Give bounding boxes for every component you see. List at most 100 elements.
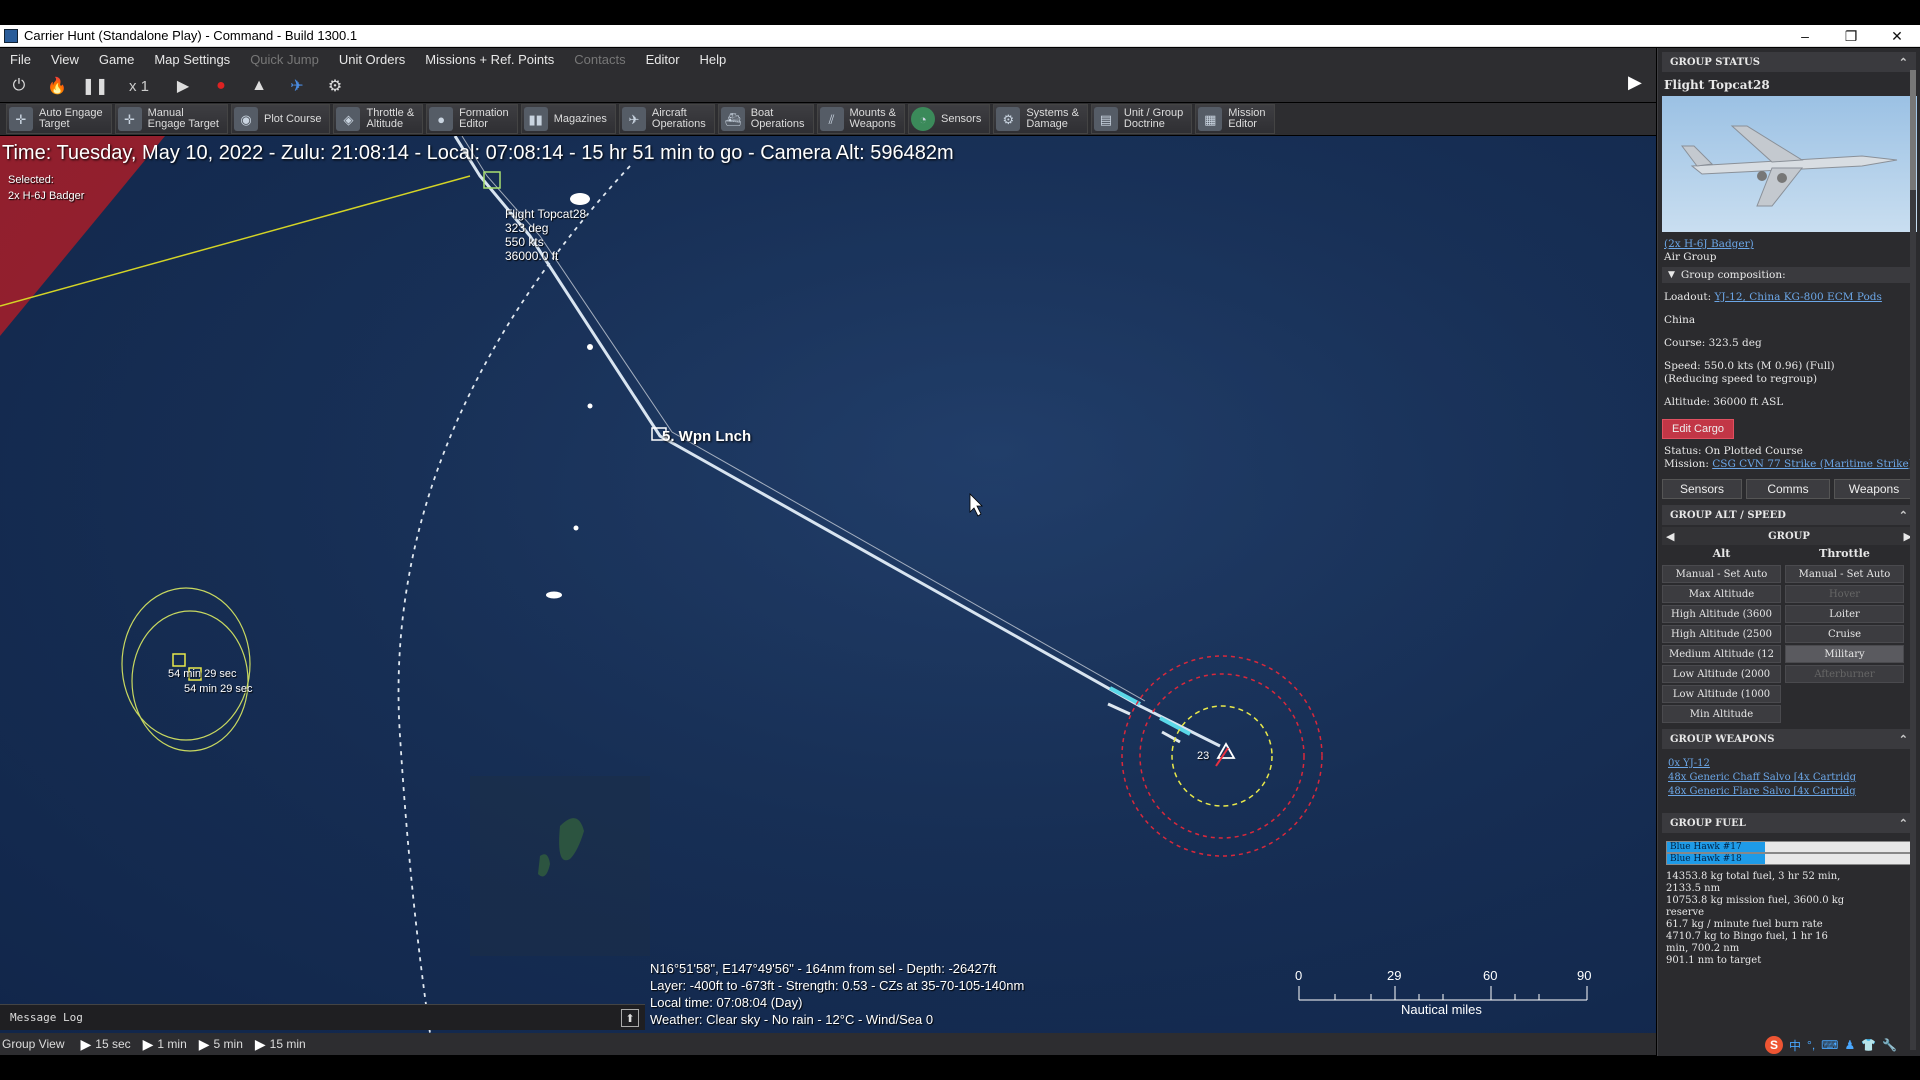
manual-engage-icon: ✛ (117, 107, 142, 131)
ime-icon[interactable]: S (1765, 1036, 1783, 1054)
mission-editor-button[interactable]: ▦ Mission Editor (1195, 104, 1275, 134)
alt-high-36000-button[interactable]: High Altitude (3600 (1662, 605, 1781, 623)
doctrine-button[interactable]: ▤ Unit / Group Doctrine (1090, 104, 1193, 134)
menu-editor[interactable]: Editor (636, 52, 690, 67)
user-icon[interactable]: ♟ (1844, 1038, 1855, 1052)
group-type-link[interactable]: (2x H-6J Badger) (1664, 238, 1754, 250)
mission-link[interactable]: CSG CVN 77 Strike (Maritime Strike) (1712, 458, 1913, 470)
alt-max-button[interactable]: Max Altitude (1662, 585, 1781, 603)
group-composition-toggle[interactable]: ▼ Group composition: (1662, 267, 1916, 283)
collapse-icon[interactable]: ⌃ (1899, 509, 1908, 522)
alt-min-button[interactable]: Min Altitude (1662, 705, 1781, 723)
fuel-line: 4710.7 kg to Bingo fuel, 1 hr 16 (1666, 931, 1828, 942)
minimize-button[interactable]: – (1782, 25, 1828, 47)
step-15-sec[interactable]: 15 sec (95, 1037, 130, 1051)
step-15-min[interactable]: 15 min (270, 1037, 306, 1051)
close-button[interactable]: ✕ (1874, 25, 1920, 47)
alt-low-2000-button[interactable]: Low Altitude (2000 (1662, 665, 1781, 683)
play-icon[interactable]: ▶ (166, 73, 200, 99)
throttle-altitude-button[interactable]: ◈ Throttle & Altitude (333, 104, 424, 134)
menu-game[interactable]: Game (89, 52, 144, 67)
loadout-link[interactable]: YJ-12, China KG-800 ECM Pods (1714, 291, 1881, 303)
restore-button[interactable]: ❐ (1828, 25, 1874, 47)
ship-icon[interactable]: ▲ (242, 73, 276, 99)
shirt-icon[interactable]: 👕 (1861, 1038, 1876, 1052)
throttle-loiter-button[interactable]: Loiter (1785, 605, 1904, 623)
aircraft-operations-button[interactable]: ✈ Aircraft Operations (618, 104, 715, 134)
keyboard-icon[interactable]: 中 (1789, 1037, 1801, 1054)
menu-missions[interactable]: Missions + Ref. Points (415, 52, 564, 67)
formation-editor-button[interactable]: ● Formation Editor (426, 104, 518, 134)
menu-unit-orders[interactable]: Unit Orders (329, 52, 415, 67)
punctuation-icon[interactable]: °, (1807, 1038, 1815, 1052)
alt-manual-button[interactable]: Manual - Set Auto (1662, 565, 1781, 583)
country: China (1664, 314, 1696, 326)
alt-speed-header[interactable]: GROUP ALT / SPEED ⌃ (1662, 505, 1916, 525)
sensors-tab-button[interactable]: Sensors (1662, 479, 1742, 499)
window-controls: – ❐ ✕ (1782, 25, 1920, 47)
menu-view[interactable]: View (41, 52, 89, 67)
collapse-icon[interactable]: ⌃ (1899, 817, 1908, 830)
soft-keyboard-icon[interactable]: ⌨ (1821, 1038, 1838, 1052)
tools-icon[interactable]: 🔧 (1882, 1038, 1897, 1052)
menu-map-settings[interactable]: Map Settings (144, 52, 240, 67)
altitude: Altitude: 36000 ft ASL (1664, 396, 1784, 408)
systems-damage-button[interactable]: ⚙ Systems & Damage (993, 104, 1088, 134)
clock-icon[interactable]: ⏻ (2, 73, 36, 99)
manual-engage-button[interactable]: ✛ Manual Engage Target (114, 104, 228, 134)
fire-icon[interactable]: 🔥 (40, 73, 74, 99)
message-log[interactable]: Message Log ⬆ (0, 1004, 645, 1030)
weapon-item[interactable]: 48x Generic Flare Salvo [4x Cartridg (1668, 785, 1910, 799)
collapse-icon[interactable]: ⌃ (1899, 56, 1908, 69)
edit-cargo-button[interactable]: Edit Cargo (1662, 419, 1734, 439)
step-1-min[interactable]: 1 min (157, 1037, 186, 1051)
contact-blip[interactable] (587, 403, 593, 409)
gear-icon[interactable]: ⚙ (318, 73, 352, 99)
bottom-bar: Group View ▶ 15 sec ▶ 1 min ▶ 5 min ▶ 15… (0, 1033, 1656, 1055)
menu-help[interactable]: Help (690, 52, 737, 67)
weapon-item[interactable]: 48x Generic Chaff Salvo [4x Cartridg (1668, 771, 1910, 785)
contact-blip[interactable] (546, 591, 562, 599)
fuel-bar: Blue Hawk #18 (1666, 853, 1912, 865)
collapse-icon[interactable]: ⌃ (1899, 733, 1908, 746)
throttle-manual-button[interactable]: Manual - Set Auto (1785, 565, 1904, 583)
mounts-weapons-button[interactable]: ⫽ Mounts & Weapons (816, 104, 905, 134)
plot-course-button[interactable]: ◉ Plot Course (230, 104, 331, 134)
contact-blip[interactable] (570, 193, 590, 205)
aircraft-photo (1662, 96, 1917, 232)
group-status-header[interactable]: GROUP STATUS ⌃ (1662, 52, 1916, 72)
fuel-header[interactable]: GROUP FUEL ⌃ (1662, 813, 1916, 833)
alt-medium-button[interactable]: Medium Altitude (12 (1662, 645, 1781, 663)
record-icon[interactable]: ● (204, 73, 238, 99)
throttle-military-button[interactable]: Military (1785, 645, 1904, 663)
auto-engage-button[interactable]: ✛ Auto Engage Target (6, 104, 112, 134)
panel-scrollbar[interactable] (1910, 70, 1916, 1050)
sensors-button[interactable]: ◔ Sensors (907, 104, 991, 134)
group-view-label[interactable]: Group View (0, 1037, 74, 1051)
prev-unit-icon[interactable]: ◀ (1662, 530, 1678, 543)
magazines-button[interactable]: ▮▮ Magazines (520, 104, 616, 134)
contact-blip[interactable] (587, 344, 593, 350)
contact-blip[interactable] (573, 525, 579, 531)
weapons-header[interactable]: GROUP WEAPONS ⌃ (1662, 729, 1916, 749)
speed-label[interactable]: x 1 (116, 73, 162, 99)
step-5-min[interactable]: 5 min (214, 1037, 243, 1051)
weapons-tab-button[interactable]: Weapons (1834, 479, 1914, 499)
plane-icon[interactable]: ✈ (280, 73, 314, 99)
tactical-map[interactable]: Time: Tuesday, May 10, 2022 - Zulu: 21:0… (0, 136, 1656, 1033)
step-icon: ▶ (142, 1035, 154, 1052)
expand-icon[interactable]: ⬆ (621, 1009, 639, 1027)
alt-low-1000-button[interactable]: Low Altitude (1000 (1662, 685, 1781, 703)
menu-file[interactable]: File (0, 52, 41, 67)
course: Course: 323.5 deg (1664, 337, 1762, 349)
boat-operations-button[interactable]: ⛴ Boat Operations (717, 104, 814, 134)
unit-label[interactable]: Flight Topcat28 323 deg 550 kts 36000.0 … (505, 207, 586, 263)
collapse-panel-icon[interactable]: ▶ (1628, 72, 1648, 96)
pause-icon[interactable]: ❚❚ (78, 73, 112, 99)
expand-icon: ▼ (1668, 269, 1675, 280)
throttle-cruise-button[interactable]: Cruise (1785, 625, 1904, 643)
alt-high-25000-button[interactable]: High Altitude (2500 (1662, 625, 1781, 643)
comms-tab-button[interactable]: Comms (1746, 479, 1830, 499)
weapon-item[interactable]: 0x YJ-12 (1668, 757, 1910, 771)
waypoint-label[interactable]: 5. Wpn Lnch (662, 428, 751, 445)
